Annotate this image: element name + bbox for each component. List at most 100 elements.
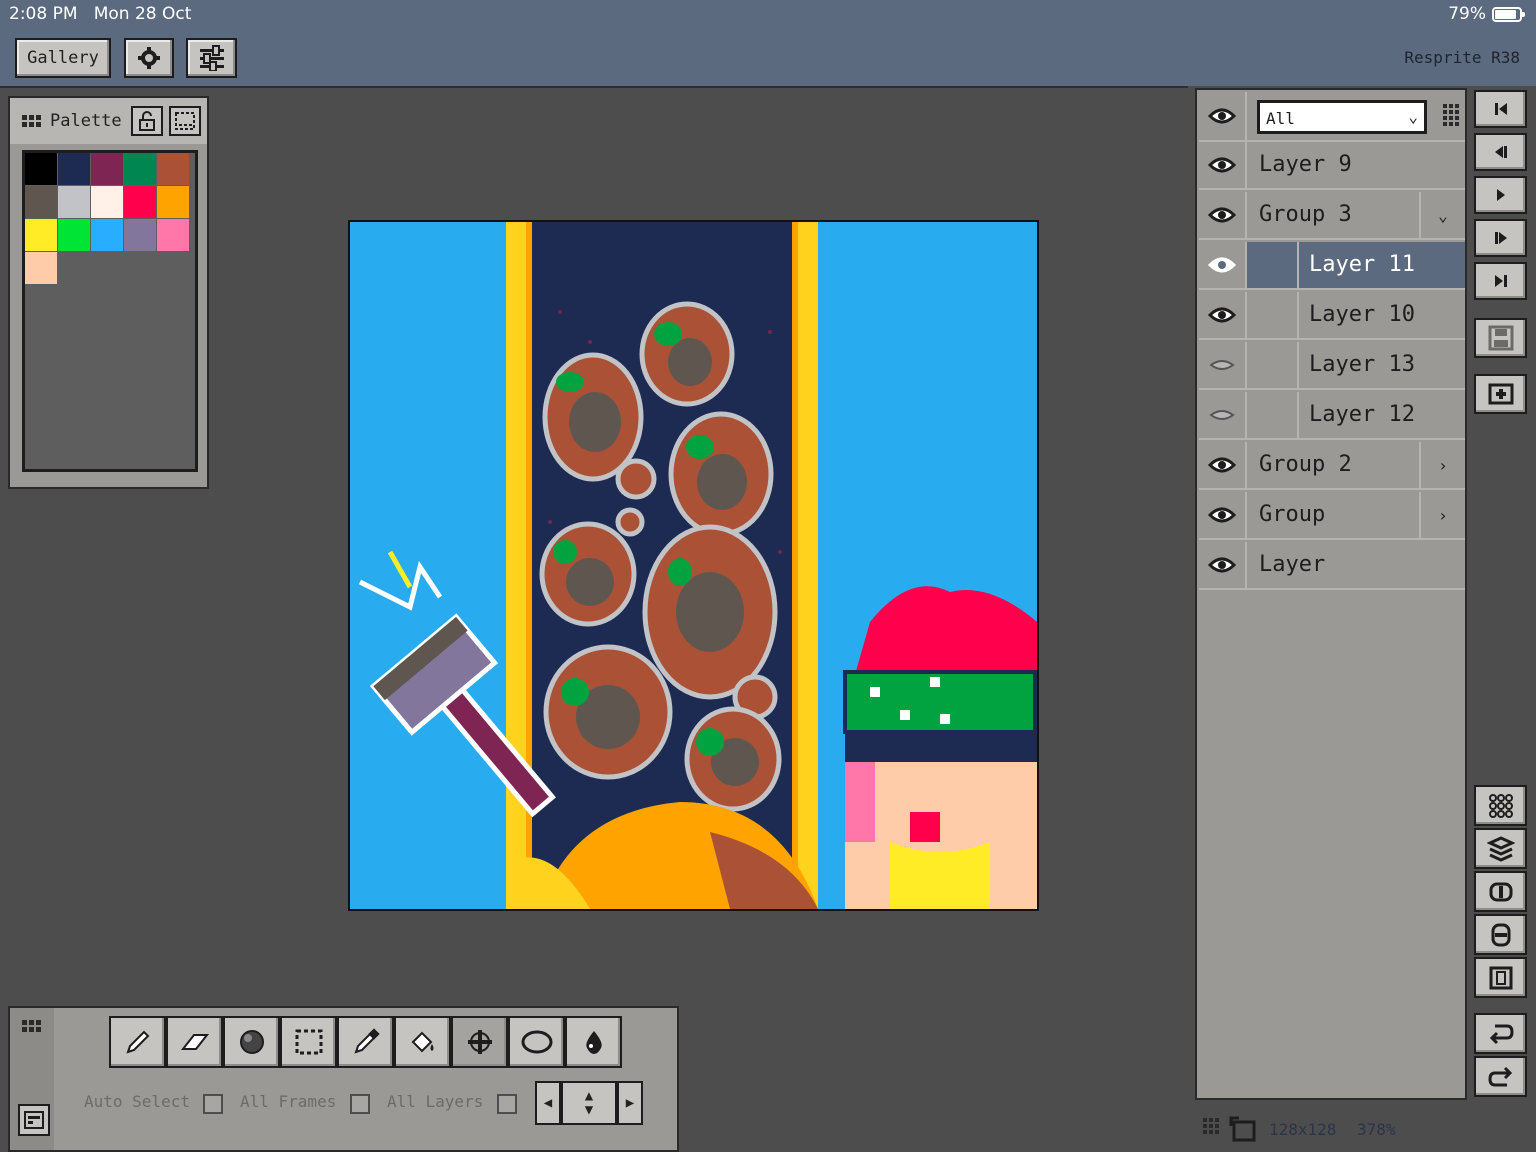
layer-visibility-toggle[interactable] <box>1199 192 1247 238</box>
move-tool[interactable] <box>451 1016 508 1068</box>
layer-visibility-toggle[interactable] <box>1199 392 1247 438</box>
layer-row-layer-12[interactable]: Layer 12 <box>1199 392 1465 440</box>
pencil-tool[interactable] <box>109 1016 166 1068</box>
palette-swatch[interactable] <box>124 153 156 185</box>
palette-swatch[interactable] <box>91 153 123 185</box>
layer-visibility-toggle[interactable] <box>1199 342 1247 388</box>
eye-icon <box>1208 108 1236 124</box>
layer-row-layer-13[interactable]: Layer 13 <box>1199 342 1465 390</box>
palette-swatch[interactable] <box>124 219 156 251</box>
crop-frame-button[interactable] <box>1474 957 1527 998</box>
palette-lock-button[interactable] <box>131 106 163 136</box>
adjustments-button[interactable] <box>186 38 237 78</box>
layers-icon <box>1486 835 1515 862</box>
layer-row-group-2[interactable]: Group 2 › <box>1199 442 1465 490</box>
palette-swatch[interactable] <box>25 153 57 185</box>
rectangle-select-tool[interactable] <box>280 1016 337 1068</box>
previous-frame-button[interactable] <box>1474 133 1527 171</box>
layer-name: Group <box>1259 502 1326 527</box>
layer-row-group[interactable]: Group › <box>1199 492 1465 540</box>
flip-vertical-icon <box>1491 923 1510 946</box>
palette-swatch[interactable] <box>58 186 90 218</box>
palette-swatch[interactable] <box>25 252 57 284</box>
last-frame-button[interactable] <box>1474 262 1527 300</box>
palette-swatch[interactable] <box>58 153 90 185</box>
layer-filter-select[interactable]: All ⌄ <box>1257 100 1427 134</box>
frame-icon <box>1489 966 1512 989</box>
step-forward-icon <box>1494 232 1507 244</box>
all-frames-checkbox[interactable] <box>350 1094 370 1114</box>
layer-row-layer-11[interactable]: Layer 11 <box>1199 242 1465 290</box>
grid-toggle-button[interactable] <box>1474 785 1527 826</box>
layers-toggle-button[interactable] <box>1474 828 1527 869</box>
drag-handle-icon[interactable] <box>1203 1118 1219 1134</box>
save-button[interactable] <box>1474 318 1527 358</box>
auto-select-checkbox[interactable] <box>203 1094 223 1114</box>
shading-tool[interactable] <box>223 1016 280 1068</box>
layer-name: Layer 9 <box>1259 152 1352 177</box>
layer-row-layer[interactable]: Layer <box>1199 542 1465 590</box>
layer-visibility-toggle[interactable] <box>1199 442 1247 488</box>
drag-handle-icon[interactable] <box>22 1020 41 1032</box>
palette-header[interactable]: Palette <box>10 98 207 144</box>
drag-handle-icon[interactable] <box>22 115 41 127</box>
layer-row-layer-9[interactable]: Layer 9 <box>1199 142 1465 190</box>
settings-button[interactable] <box>124 38 174 78</box>
nudge-right-button[interactable]: ▶ <box>617 1081 643 1125</box>
flip-vertical-button[interactable] <box>1474 914 1527 955</box>
palette-swatch[interactable] <box>58 219 90 251</box>
eraser-tool[interactable] <box>166 1016 223 1068</box>
arrow-up-icon[interactable]: ▲ <box>585 1089 593 1103</box>
layer-row-group-3[interactable]: Group 3 ⌄ <box>1199 192 1465 240</box>
color-picker-tool[interactable] <box>337 1016 394 1068</box>
nudge-left-button[interactable]: ◀ <box>535 1081 561 1125</box>
smudge-tool[interactable] <box>565 1016 622 1068</box>
layer-visibility-toggle[interactable] <box>1199 542 1247 588</box>
eyedropper-icon <box>353 1028 380 1054</box>
tool-options-toggle[interactable] <box>18 1104 50 1136</box>
palette-swatch[interactable] <box>157 153 189 185</box>
layer-visibility-toggle[interactable] <box>1199 142 1247 188</box>
battery-status: 79% <box>1448 4 1525 24</box>
save-icon <box>1488 325 1513 351</box>
palette-swatch[interactable] <box>91 186 123 218</box>
layer-visibility-toggle[interactable] <box>1199 242 1247 288</box>
ellipse-tool[interactable] <box>508 1016 565 1068</box>
group-collapse-button[interactable]: ⌄ <box>1419 192 1465 238</box>
all-layers-checkbox[interactable] <box>497 1094 517 1114</box>
group-expand-button[interactable]: › <box>1419 492 1465 538</box>
arrow-down-icon[interactable]: ▼ <box>585 1103 593 1117</box>
grid-icon <box>1488 793 1513 818</box>
add-frame-button[interactable] <box>1474 374 1527 414</box>
group-expand-button[interactable]: › <box>1419 442 1465 488</box>
layer-row-layer-10[interactable]: Layer 10 <box>1199 292 1465 340</box>
undo-button[interactable] <box>1474 1013 1527 1054</box>
palette-swatch[interactable] <box>124 186 156 218</box>
gallery-button[interactable]: Gallery <box>15 38 111 78</box>
toggle-all-visibility[interactable] <box>1199 92 1247 140</box>
eye-closed-icon <box>1209 360 1235 370</box>
eye-icon <box>1208 257 1236 273</box>
palette-swatch[interactable] <box>157 186 189 218</box>
first-frame-button[interactable] <box>1474 90 1527 128</box>
flip-horizontal-button[interactable] <box>1474 871 1527 912</box>
layer-visibility-toggle[interactable] <box>1199 292 1247 338</box>
arrow-left-icon: ◀ <box>543 1095 553 1111</box>
palette-swatch[interactable] <box>91 219 123 251</box>
canvas-resize-icon[interactable] <box>1229 1116 1257 1142</box>
drag-handle-icon[interactable] <box>1443 104 1459 126</box>
drop-icon <box>585 1031 602 1054</box>
sphere-icon <box>239 1030 264 1054</box>
fill-tool[interactable] <box>394 1016 451 1068</box>
redo-button[interactable] <box>1474 1056 1527 1097</box>
panel-icon <box>24 1111 44 1129</box>
palette-swatch[interactable] <box>25 186 57 218</box>
drawing-canvas[interactable] <box>348 220 1039 911</box>
play-button[interactable] <box>1474 176 1527 214</box>
next-frame-button[interactable] <box>1474 219 1527 257</box>
layer-visibility-toggle[interactable] <box>1199 492 1247 538</box>
palette-menu-button[interactable] <box>169 106 201 136</box>
palette-swatch[interactable] <box>157 219 189 251</box>
palette-swatch[interactable] <box>25 219 57 251</box>
nudge-vertical-control[interactable]: ▲ ▼ <box>561 1081 617 1125</box>
